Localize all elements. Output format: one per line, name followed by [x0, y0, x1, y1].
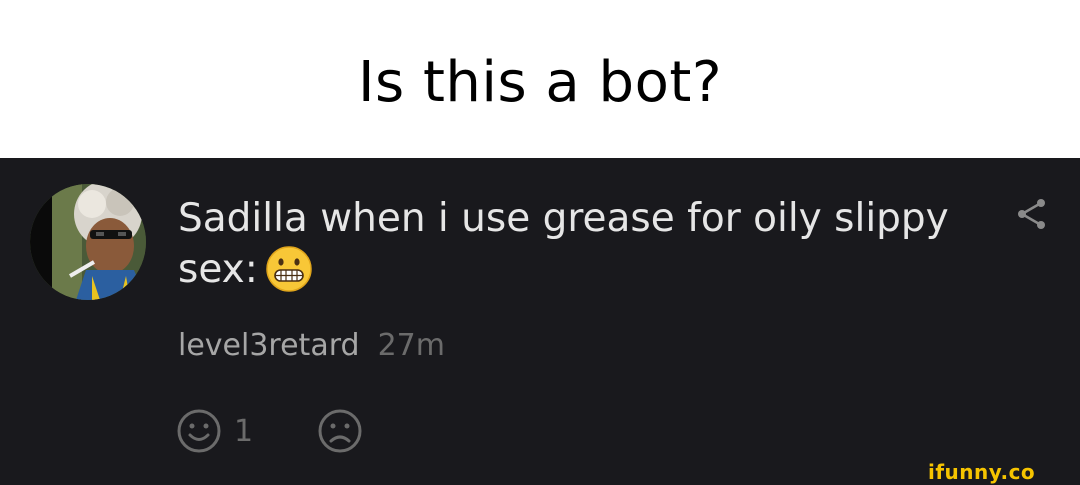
frown-icon[interactable]: [317, 408, 363, 454]
share-icon[interactable]: [1012, 194, 1052, 234]
comment-username[interactable]: level3retard: [178, 328, 360, 363]
avatar-image: [30, 184, 146, 300]
caption-header: Is this a bot?: [0, 0, 1080, 158]
comment-body: Sadilla when i use grease for oily slipp…: [178, 194, 978, 295]
caption-title: Is this a bot?: [357, 49, 723, 115]
avatar[interactable]: [30, 184, 146, 300]
smile-count: 1: [234, 413, 254, 449]
ifunny-watermark: ifunny.co: [928, 460, 1036, 484]
grimacing-face-emoji-icon: [264, 244, 314, 294]
comment-reactions: 1: [176, 406, 363, 456]
smile-icon[interactable]: [176, 408, 222, 454]
comment-card: Sadilla when i use grease for oily slipp…: [0, 158, 1080, 485]
comment-meta: level3retard 27m: [178, 328, 445, 363]
comment-time: 27m: [377, 328, 445, 363]
